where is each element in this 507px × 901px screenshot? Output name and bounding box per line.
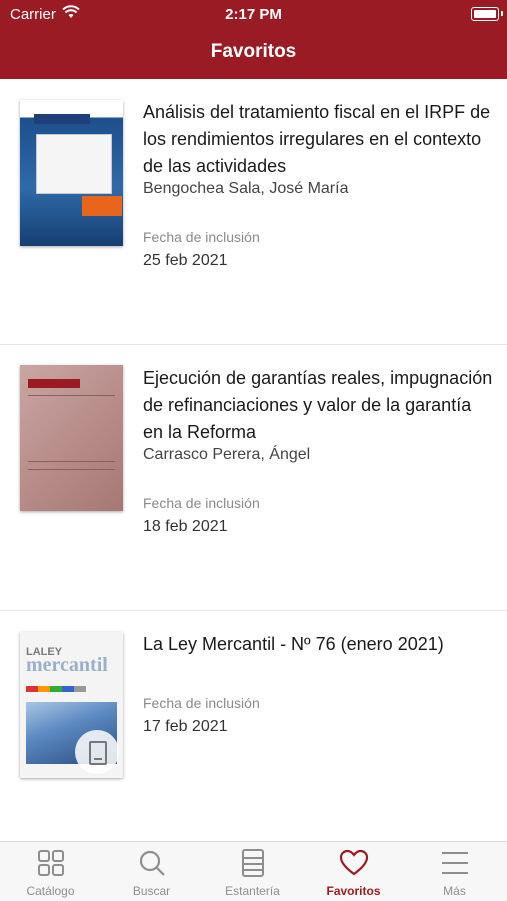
status-bar: Carrier 2:17 PM: [0, 0, 507, 28]
date-label: Fecha de inclusión: [143, 229, 260, 245]
book-cover[interactable]: [20, 365, 123, 511]
heart-icon: [339, 848, 369, 878]
date-label: Fecha de inclusión: [143, 495, 260, 511]
tab-buscar[interactable]: Buscar: [101, 842, 202, 901]
inclusion-date: 25 feb 2021: [143, 252, 228, 269]
inclusion-date: 17 feb 2021: [143, 718, 228, 735]
cover-band: [28, 379, 80, 388]
book-cover[interactable]: LALEY mercantil: [20, 632, 123, 778]
grid-icon: [36, 848, 66, 878]
battery-icon: [471, 7, 503, 21]
book-title: Ejecución de garantías reales, impugnaci…: [143, 368, 493, 442]
shelf-icon: [238, 848, 268, 878]
cover-sheet: [36, 134, 112, 194]
cover-line: [28, 469, 115, 470]
book-author: Carrasco Perera, Ángel: [143, 446, 311, 463]
tab-label: Catálogo: [26, 884, 75, 898]
book-title: La Ley Mercantil - Nº 76 (enero 2021): [143, 634, 444, 654]
list-item[interactable]: Análisis del tratamiento fiscal en el IR…: [0, 79, 507, 345]
tab-favoritos[interactable]: Favoritos: [303, 842, 404, 901]
tab-estanteria[interactable]: Estantería: [202, 842, 303, 901]
list-item[interactable]: Ejecución de garantías reales, impugnaci…: [0, 345, 507, 611]
tab-bar: Catálogo Buscar Estantería Favoritos Más: [0, 841, 507, 901]
header-bar: Carrier 2:17 PM Favoritos: [0, 0, 507, 79]
cover-color-strip: [26, 686, 86, 692]
list-item[interactable]: LALEY mercantil La Ley Mercantil - Nº 76…: [0, 611, 507, 841]
tab-mas[interactable]: Más: [404, 842, 505, 901]
book-title: Análisis del tratamiento fiscal en el IR…: [143, 102, 491, 176]
clock: 2:17 PM: [225, 6, 282, 23]
book-icon: [75, 730, 119, 774]
book-cover[interactable]: [20, 100, 123, 246]
menu-icon: [440, 848, 470, 878]
date-label: Fecha de inclusión: [143, 695, 260, 711]
tab-catalogo[interactable]: Catálogo: [0, 842, 101, 901]
tab-label: Más: [443, 884, 466, 898]
cover-label: [82, 196, 122, 216]
tab-label: Estantería: [225, 884, 280, 898]
page-title: Favoritos: [210, 41, 297, 62]
inclusion-date: 18 feb 2021: [143, 518, 228, 535]
cover-line: [28, 461, 115, 462]
tab-label: Buscar: [132, 884, 171, 898]
cover-line: [28, 395, 115, 396]
search-icon: [137, 848, 167, 878]
cover-logo: mercantil: [26, 654, 108, 676]
tab-label: Favoritos: [326, 884, 381, 898]
cover-band: [34, 114, 90, 124]
book-author: Bengochea Sala, José María: [143, 180, 349, 197]
